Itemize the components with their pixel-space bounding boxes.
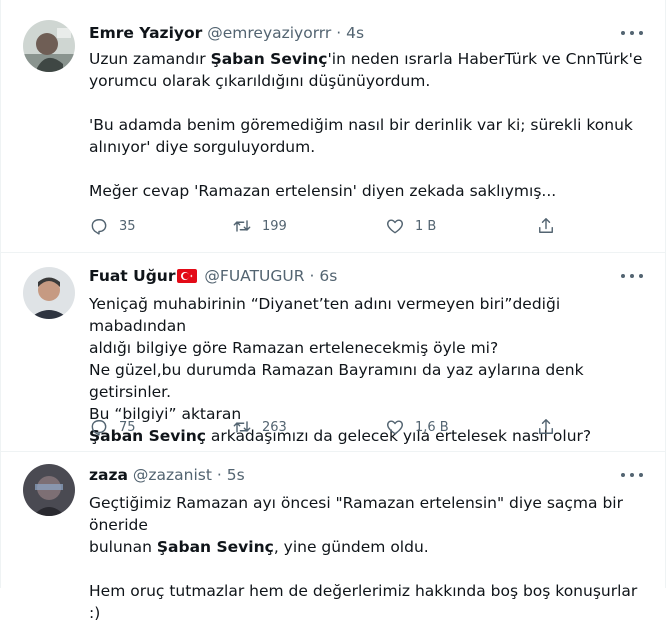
share-button[interactable] xyxy=(536,216,556,236)
like-button[interactable]: 1 B xyxy=(385,216,436,236)
share-icon xyxy=(539,218,553,233)
avatar[interactable] xyxy=(23,267,75,319)
text-line: Meğer cevap 'Ramazan ertelensin' diyen z… xyxy=(89,182,557,200)
avatar[interactable] xyxy=(23,464,75,516)
turkey-flag-icon xyxy=(177,269,198,283)
tweet-text: Geçtiğimiz Ramazan ayı öncesi "Ramazan e… xyxy=(89,492,645,624)
reply-button[interactable]: 35 xyxy=(89,216,136,236)
reply-icon xyxy=(91,420,107,436)
retweet-button[interactable]: 199 xyxy=(232,216,287,236)
text-line: yorumcu olarak çıkarıldığını düşünüyordu… xyxy=(89,72,431,90)
retweet-icon xyxy=(233,220,251,232)
share-icon xyxy=(539,419,553,434)
reply-count: 35 xyxy=(119,218,136,234)
tweet-header: Emre Yaziyor @emreyaziyorrr · 4s xyxy=(89,24,364,42)
display-name[interactable]: Emre Yaziyor xyxy=(89,24,202,42)
retweet-count: 263 xyxy=(262,419,287,435)
text-line: Hem oruç tutmazlar hem de değerlerimiz h… xyxy=(89,582,638,622)
text-run: , yine gündem oldu. xyxy=(273,538,429,556)
tweet[interactable]: zaza @zazanist · 5s Geçtiğimiz Ramazan a… xyxy=(1,452,665,622)
reply-count: 75 xyxy=(119,419,136,435)
retweet-icon xyxy=(233,421,251,433)
tweet-header: Fuat Uğur @FUATUGUR · 6s xyxy=(89,267,337,285)
like-icon xyxy=(387,420,403,435)
display-name[interactable]: Fuat Uğur xyxy=(89,267,175,285)
text-run: 'in neden ısrarla HaberTürk ve CnnTürk'e xyxy=(327,50,643,68)
more-icon[interactable] xyxy=(621,470,643,480)
text-line: Yeniçağ muhabirinin “Diyanet’ten adını v… xyxy=(89,295,561,335)
display-name[interactable]: zaza xyxy=(89,466,128,484)
reply-icon xyxy=(91,219,107,235)
text-line: aldığı bilgiye göre Ramazan ertelenecekm… xyxy=(89,339,499,357)
like-count: 1 B xyxy=(415,218,437,234)
more-icon[interactable] xyxy=(621,28,643,38)
tweet-text: Uzun zamandır Şaban Sevinç'in neden ısra… xyxy=(89,48,645,202)
retweet-count: 199 xyxy=(262,218,287,234)
user-handle[interactable]: @FUATUGUR xyxy=(204,267,304,285)
tweet[interactable]: Fuat Uğur @FUATUGUR · 6s Yeniçağ muhabir… xyxy=(1,253,665,452)
retweet-button[interactable]: 263 xyxy=(232,417,287,437)
tweet[interactable]: Emre Yaziyor @emreyaziyorrr · 4s Uzun za… xyxy=(1,0,665,253)
like-count: 1,6 B xyxy=(415,419,449,435)
text-line: Ne güzel,bu durumda Ramazan Bayramını da… xyxy=(89,361,584,401)
user-handle[interactable]: @zazanist xyxy=(133,466,212,484)
mention-name: Şaban Sevinç xyxy=(210,50,328,68)
separator-dot: · xyxy=(309,267,315,285)
text-line: 'Bu adamda benim göremediğim nasıl bir d… xyxy=(89,116,633,134)
more-icon[interactable] xyxy=(621,271,643,281)
tweet-actions: 35 199 1 B xyxy=(89,216,553,236)
text-run: bulunan xyxy=(89,538,157,556)
like-icon xyxy=(387,219,403,234)
tweet-actions: 75 263 1,6 B xyxy=(89,417,553,437)
user-handle[interactable]: @emreyaziyorrr xyxy=(207,24,331,42)
text-line: alınıyor' diye sorguluyordum. xyxy=(89,138,316,156)
share-button[interactable] xyxy=(536,417,556,437)
timestamp[interactable]: 5s xyxy=(227,466,245,484)
timestamp[interactable]: 4s xyxy=(346,24,364,42)
reply-button[interactable]: 75 xyxy=(89,417,136,437)
like-button[interactable]: 1,6 B xyxy=(385,417,449,437)
separator-dot: · xyxy=(216,466,222,484)
text-line: Geçtiğimiz Ramazan ayı öncesi "Ramazan e… xyxy=(89,494,623,534)
tweet-header: zaza @zazanist · 5s xyxy=(89,466,245,484)
separator-dot: · xyxy=(336,24,342,42)
mention-name: Şaban Sevinç xyxy=(156,538,274,556)
timeline: Emre Yaziyor @emreyaziyorrr · 4s Uzun za… xyxy=(0,0,666,622)
text-run: Uzun zamandır xyxy=(89,50,211,68)
timestamp[interactable]: 6s xyxy=(319,267,337,285)
avatar[interactable] xyxy=(23,20,75,72)
